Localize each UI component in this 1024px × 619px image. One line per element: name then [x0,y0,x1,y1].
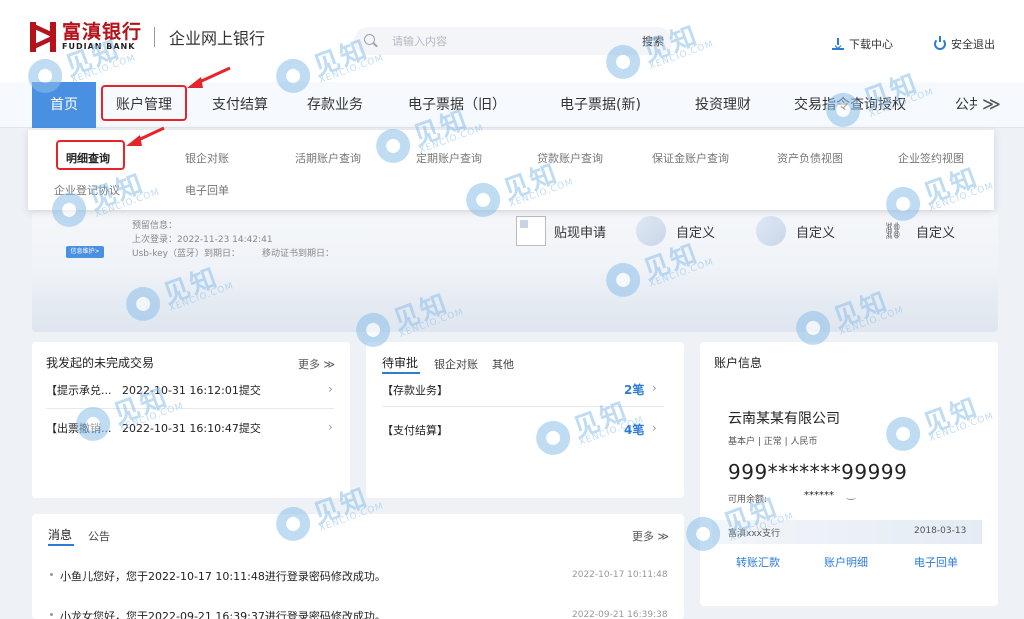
approval-row-name[interactable]: 【存款业务】 [382,382,448,398]
approval-card: 待审批 银企对账 其他 【存款业务】 2笔 › 【支付结算】 4笔 › [366,342,684,498]
submenu-contract-view[interactable]: 企业签约视图 [898,150,964,166]
company-name: 云南某某有限公司 [728,411,840,427]
usbkey-expiry: Usb-key（蓝牙）到期日： [132,249,240,259]
quick-custom-2[interactable]: 自定义 [756,216,835,246]
highlight-box-account [101,85,187,121]
nav-more-icon[interactable]: ≫ [982,94,1001,115]
submenu-registration[interactable]: 企业登记协议 [54,182,120,198]
tx-row-time: 2022-10-31 16:12:01提交 [122,384,261,397]
tab-messages[interactable]: 消息 [48,526,72,543]
tab-reconciliation[interactable]: 银企对账 [434,356,478,372]
transfer-button[interactable]: 转账汇款 [736,554,780,570]
approval-row-count[interactable]: 4笔 [624,421,644,438]
site-subtitle: 企业网上银行 [169,29,266,48]
nav-item-authorization[interactable]: 交易指令查询授权 [794,82,906,128]
card-title: 我发起的未完成交易 [46,356,155,370]
approval-row-count[interactable]: 2笔 [624,381,644,398]
quick-custom-3[interactable]: ⛓ 自定义 [878,216,955,246]
tx-row-name[interactable]: 【提示承兑... [46,382,112,398]
bank-logo[interactable]: 富滇银行 FUDIAN BANK 企业网上银行 [30,22,265,52]
cert-expiry: 移动证书到期日： [262,249,335,259]
submenu-reconciliation[interactable]: 银企对账 [185,150,229,166]
nav-item-ebill-new[interactable]: 电子票据(新) [560,82,641,128]
link-icon: ⛓ [882,221,904,240]
chevron-right-icon[interactable]: › [328,382,333,396]
submenu-margin-account[interactable]: 保证金账户查询 [652,150,729,166]
message-text[interactable]: 小龙女您好，您于2022-09-21 16:39:37进行登录密码修改成功。 [60,608,386,619]
info-maintain-button[interactable]: 信息维护> [66,246,104,258]
header: 富滇银行 FUDIAN BANK 企业网上银行 搜索 下载中心 安全退出 [0,0,1024,82]
highlight-box-detail [56,140,125,170]
bank-name-en: FUDIAN BANK [62,42,136,51]
chevron-right-icon[interactable]: › [652,421,657,435]
bank-name-cn: 富滇银行 [62,21,143,43]
nav-item-ebill-old[interactable]: 电子票据（旧） [408,82,506,128]
account-number: 999*******99999 [728,460,908,484]
more-link[interactable]: 更多 ≫ [632,528,669,544]
bank-logo-icon [30,22,56,52]
submenu-asset-view[interactable]: 资产负债视图 [777,150,843,166]
tab-other[interactable]: 其他 [492,356,514,372]
eye-closed-icon[interactable] [846,495,856,500]
submenu-fixed-account[interactable]: 定期账户查询 [416,150,482,166]
tab-pending-approval[interactable]: 待审批 [382,354,418,371]
e-receipt-button[interactable]: 电子回单 [914,554,958,570]
account-type: 基本户 | 正常 | 人民币 [728,437,818,447]
annotation-arrow-icon [187,66,231,88]
quick-custom-1[interactable]: 自定义 [636,216,715,246]
nav-item-deposit[interactable]: 存款业务 [307,82,363,128]
tx-row-time: 2022-10-31 16:10:47提交 [122,422,261,435]
open-date: 2018-03-13 [914,526,967,536]
account-info-card: 账户信息 云南某某有限公司 基本户 | 正常 | 人民币 999*******9… [700,342,998,606]
account-detail-button[interactable]: 账户明细 [824,554,868,570]
search-input[interactable] [392,34,622,48]
messages-card: 消息 公告 更多 ≫ 小鱼儿您好，您于2022-10-17 10:11:48进行… [32,514,684,619]
approval-row-name[interactable]: 【支付结算】 [382,422,448,438]
pending-transactions-card: 我发起的未完成交易 更多 ≫ 【提示承兑... 2022-10-31 16:12… [32,342,350,498]
image-placeholder-icon [516,216,546,246]
logout-label: 安全退出 [951,38,995,51]
tab-announcements[interactable]: 公告 [88,528,110,544]
card-title: 账户信息 [714,356,763,370]
annotation-arrow-icon [126,126,165,146]
search-bar: 搜索 [354,27,672,55]
download-center-link[interactable]: 下载中心 [832,36,893,52]
power-icon [934,36,946,50]
balance-label: 可用余额: [728,495,768,505]
submenu-e-receipt[interactable]: 电子回单 [185,182,229,198]
custom-circle-icon [756,216,786,246]
submenu-current-account[interactable]: 活期账户查询 [295,150,361,166]
last-login: 上次登录：2022-11-23 14:42:41 [132,235,273,245]
logout-link[interactable]: 安全退出 [934,36,995,52]
quick-discount-apply[interactable]: 贴现申请 [516,216,606,246]
custom-circle-icon [636,216,666,246]
more-link[interactable]: 更多 ≫ [298,356,335,372]
submenu-loan-account[interactable]: 贷款账户查询 [537,150,603,166]
search-button[interactable]: 搜索 [642,33,664,49]
chevron-right-icon[interactable]: › [328,420,333,434]
reserved-info: 预留信息： [132,221,178,231]
nav-item-public[interactable]: 公共服务 [955,82,977,128]
chevron-right-icon[interactable]: › [652,381,657,395]
logo-divider [154,27,156,47]
message-time: 2022-09-21 16:39:38 [572,610,668,619]
bank-branch: 富滇xxx支行 [728,529,780,539]
balance-value: ****** [804,490,834,501]
download-center-label: 下载中心 [849,38,893,51]
nav-item-investment[interactable]: 投资理财 [695,82,751,128]
download-icon [832,38,844,50]
nav-item-home[interactable]: 首页 [32,82,96,128]
welcome-banner: 信息维护> 预留信息： 上次登录：2022-11-23 14:42:41 Usb… [32,212,998,332]
account-submenu: 明细查询 银企对账 活期账户查询 定期账户查询 贷款账户查询 保证金账户查询 资… [28,130,994,210]
tx-row-name[interactable]: 【出票撤销... [46,420,112,436]
message-time: 2022-10-17 10:11:48 [572,570,668,580]
message-text[interactable]: 小鱼儿您好，您于2022-10-17 10:11:48进行登录密码修改成功。 [60,568,386,584]
search-icon [364,34,378,48]
